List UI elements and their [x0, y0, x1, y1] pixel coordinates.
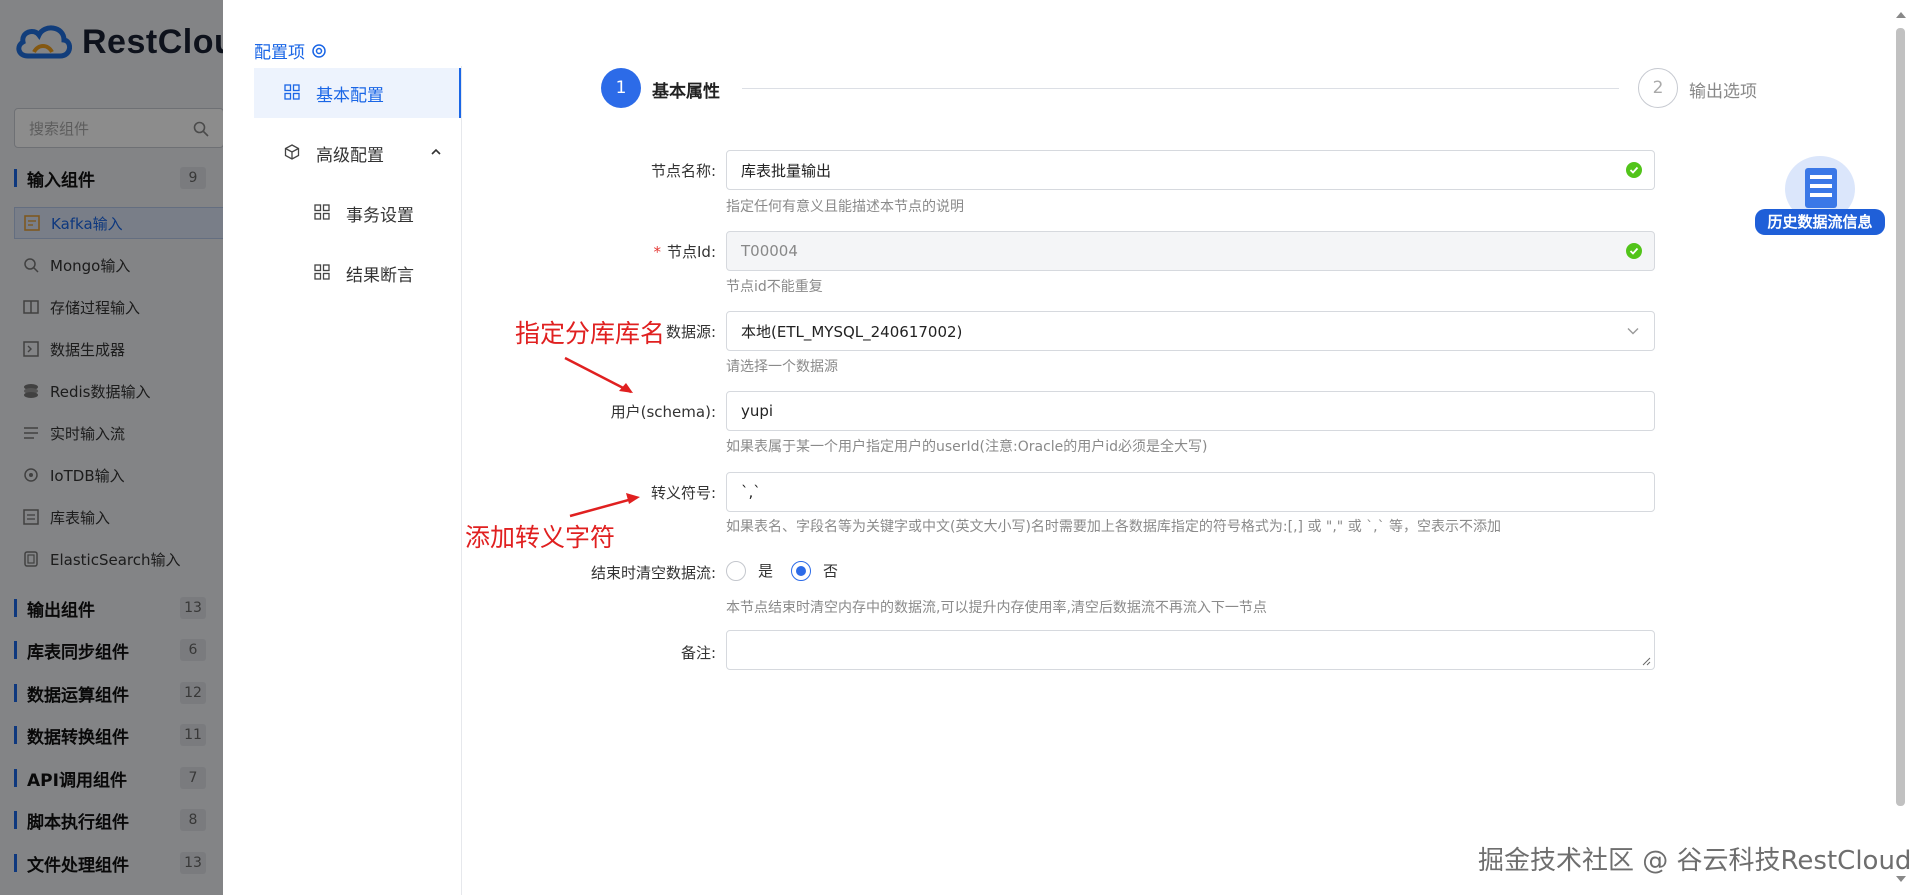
node-name-hint: 指定任何有意义且能描述本节点的说明: [726, 199, 964, 215]
grid-icon: [314, 204, 332, 222]
node-id-label-text: 节点Id:: [667, 243, 716, 261]
escape-value: `,`: [741, 483, 761, 501]
config-title: 配置项: [254, 38, 327, 63]
required-mark: *: [653, 243, 662, 261]
grid-icon: [284, 84, 302, 102]
datasource-select[interactable]: 本地(ETL_MYSQL_240617002): [726, 311, 1655, 351]
cube-icon: [284, 144, 302, 162]
document-icon: [1805, 168, 1837, 208]
annotation-arrow-icon: [564, 356, 633, 394]
remark-label: 备注:: [680, 644, 716, 662]
step-2-label[interactable]: 输出选项: [1689, 77, 1757, 102]
radio-label: 是: [758, 562, 774, 580]
settings-icon[interactable]: [311, 43, 327, 59]
schema-hint: 如果表属于某一个用户指定用户的userId(注意:Oracle的用户id必须是全…: [726, 439, 1208, 455]
check-circle-icon: [1626, 243, 1642, 259]
vertical-scrollbar[interactable]: [1896, 28, 1905, 806]
datasource-value: 本地(ETL_MYSQL_240617002): [741, 322, 963, 341]
nav-label: 事务设置: [346, 205, 414, 226]
escape-input[interactable]: `,`: [726, 472, 1655, 512]
scroll-down-icon[interactable]: [1895, 874, 1907, 884]
nav-divider: [461, 66, 462, 895]
step-2-indicator[interactable]: 2: [1638, 68, 1678, 108]
chevron-down-icon[interactable]: [1626, 324, 1640, 338]
history-dataflow-button[interactable]: 历史数据流信息: [1755, 150, 1885, 235]
annotation-db-name: 指定分库库名: [515, 319, 666, 348]
nav-transaction-settings[interactable]: 事务设置: [254, 188, 462, 238]
step-1-label[interactable]: 基本属性: [652, 77, 720, 102]
node-name-label: 节点名称:: [650, 162, 716, 180]
resize-handle-icon[interactable]: [1642, 657, 1651, 666]
radio-label: 否: [823, 562, 839, 580]
grid-icon: [314, 264, 332, 282]
clear-stream-no-radio[interactable]: 否: [791, 560, 838, 581]
radio-dot-selected: [791, 560, 811, 581]
clear-stream-yes-radio[interactable]: 是: [726, 560, 773, 581]
watermark: 掘金技术社区 @ 谷云科技RestCloud: [1478, 846, 1910, 876]
nav-label: 基本配置: [316, 85, 384, 106]
scroll-up-icon[interactable]: [1895, 10, 1907, 20]
node-name-input[interactable]: 库表批量输出: [726, 150, 1655, 190]
node-id-value: T00004: [741, 242, 798, 260]
radio-dot: [726, 560, 746, 581]
modal-backdrop[interactable]: [0, 0, 223, 895]
config-title-text: 配置项: [254, 43, 305, 63]
nav-label: 高级配置: [316, 145, 384, 166]
node-id-label: * 节点Id:: [416, 241, 717, 262]
node-config-drawer: 配置项 基本配置 高级配置 事务设置 结果断言 1 基本属性 2 输出选项 节点…: [223, 0, 1910, 895]
step-connector: [742, 88, 1619, 89]
datasource-hint: 请选择一个数据源: [726, 359, 838, 375]
node-id-hint: 节点id不能重复: [726, 279, 823, 295]
clear-stream-hint: 本节点结束时清空内存中的数据流,可以提升内存使用率,清空后数据流不再流入下一节点: [726, 600, 1267, 616]
annotation-arrow-icon: [569, 493, 640, 518]
history-dataflow-label: 历史数据流信息: [1755, 209, 1885, 235]
escape-label: 转义符号:: [650, 484, 716, 502]
clear-stream-label: 结束时清空数据流:: [590, 564, 716, 582]
escape-hint: 如果表名、字段名等为关键字或中文(英文大小写)名时需要加上各数据库指定的符号格式…: [726, 519, 1502, 535]
remark-textarea[interactable]: [726, 630, 1655, 670]
nav-label: 结果断言: [346, 265, 414, 286]
step-1-indicator[interactable]: 1: [601, 68, 641, 108]
nav-basic-config[interactable]: 基本配置: [254, 68, 462, 118]
schema-input[interactable]: yupi: [726, 391, 1655, 431]
node-id-input[interactable]: T00004: [726, 231, 1655, 271]
schema-value: yupi: [741, 402, 774, 420]
schema-label: 用户(schema):: [610, 403, 716, 421]
chevron-up-icon[interactable]: [430, 146, 442, 158]
node-name-value: 库表批量输出: [741, 161, 832, 180]
check-circle-icon: [1626, 162, 1642, 178]
annotation-escape-char: 添加转义字符: [465, 523, 616, 552]
